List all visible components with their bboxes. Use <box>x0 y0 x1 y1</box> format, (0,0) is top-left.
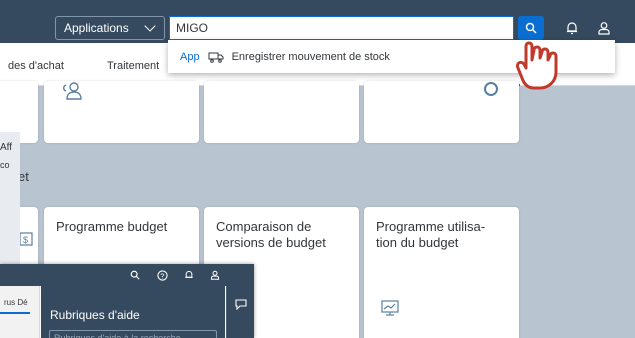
help-panel-tabs: rus Dé <box>0 286 40 338</box>
search-input[interactable] <box>169 16 514 40</box>
pointer-hand-icon <box>516 41 558 90</box>
tab-selected-indicator <box>0 312 30 314</box>
help-panel-header: ? <box>0 264 254 286</box>
chart-icon <box>381 300 399 316</box>
tile-top-2[interactable] <box>204 81 359 143</box>
search-button[interactable] <box>128 268 142 282</box>
help-tab[interactable]: rus Dé <box>4 298 28 307</box>
users-icon <box>63 82 82 100</box>
tile-top-1[interactable] <box>44 81 199 143</box>
app-selector-dropdown[interactable]: Applications <box>55 16 165 40</box>
fragment-text: co <box>0 160 10 170</box>
help-icon: ? <box>156 269 168 281</box>
tile-title: Programme budget <box>56 219 168 234</box>
user-menu-button[interactable] <box>208 268 222 282</box>
chevron-down-icon <box>144 19 156 32</box>
bell-icon <box>567 22 577 35</box>
user-icon <box>598 22 610 35</box>
notifications-button[interactable] <box>182 268 196 282</box>
shell-header: Applications <box>0 0 635 43</box>
document-icon: $ <box>19 232 33 246</box>
tab-processing[interactable]: Traitement <box>107 60 159 72</box>
tile-title: Comparaison de versions de budget <box>216 219 326 250</box>
app-selector-label: Applications <box>64 21 129 35</box>
bell-icon <box>185 270 193 278</box>
help-topics-title: Rubriques d'aide <box>50 308 140 322</box>
svg-text:$: $ <box>23 235 28 245</box>
help-side-toolbar <box>226 286 254 338</box>
user-menu-button[interactable] <box>594 18 614 38</box>
suggestion-type-label: App <box>180 50 200 63</box>
tile-title: Programme utilisa- tion du budget <box>376 219 486 250</box>
notifications-button[interactable] <box>562 18 582 38</box>
fragment-text: Aff <box>0 142 13 153</box>
help-button[interactable]: ? <box>155 268 169 282</box>
help-topics-pane: Rubriques d'aide Rubriques d'aide à la r… <box>41 286 225 338</box>
gauge-icon <box>484 82 498 96</box>
help-search-input[interactable]: Rubriques d'aide à la recherche <box>49 330 217 338</box>
tab-purchase-docs[interactable]: des d'achat <box>8 60 64 72</box>
svg-text:?: ? <box>160 271 164 280</box>
truck-icon <box>208 52 224 63</box>
chat-icon[interactable] <box>235 298 247 310</box>
help-panel: ? rus Dé Rubriques d'aide Rubriques d'ai… <box>0 264 254 338</box>
user-icon <box>210 270 220 280</box>
tile-budget-usage-program[interactable]: Programme utilisa- tion du budget <box>364 207 519 338</box>
search-icon <box>525 22 537 34</box>
background-window-fragment: Aff co <box>0 132 20 272</box>
suggestion-text: Enregistrer mouvement de stock <box>231 50 390 63</box>
search-icon <box>130 270 140 280</box>
tile-top-3[interactable] <box>364 81 519 143</box>
search-button[interactable] <box>518 16 544 40</box>
